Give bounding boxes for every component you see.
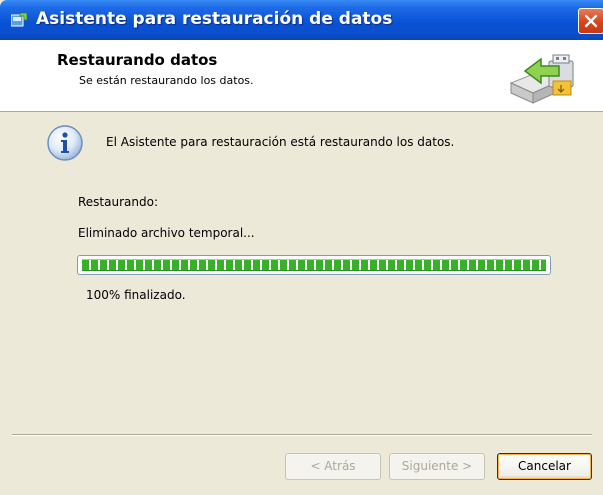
close-button[interactable] (578, 8, 603, 34)
title-bar[interactable]: Asistente para restauración de datos (0, 0, 603, 40)
restore-wizard-window: Asistente para restauración de datos Res… (0, 0, 603, 495)
footer-divider (12, 434, 592, 436)
restore-wizard-app-icon (11, 12, 28, 27)
status-label: Restaurando: (78, 195, 158, 209)
info-icon (47, 125, 83, 161)
close-icon (584, 14, 598, 28)
header-title: Restaurando datos (57, 51, 218, 69)
status-detail: Eliminado archivo temporal... (78, 226, 255, 240)
progress-percent-text: 100% finalizado. (86, 288, 186, 302)
wizard-header: Restaurando datos Se están restaurando l… (0, 40, 603, 112)
window-title: Asistente para restauración de datos (36, 9, 393, 29)
next-button[interactable]: Siguiente > (389, 453, 485, 480)
progress-bar (77, 255, 551, 275)
progress-fill (82, 259, 546, 271)
cancel-button[interactable]: Cancelar (497, 453, 592, 480)
header-subtitle: Se están restaurando los datos. (79, 74, 254, 87)
info-message: El Asistente para restauración está rest… (106, 135, 455, 149)
back-button[interactable]: < Atrás (285, 453, 381, 480)
restore-drive-arrow-icon (509, 54, 575, 104)
